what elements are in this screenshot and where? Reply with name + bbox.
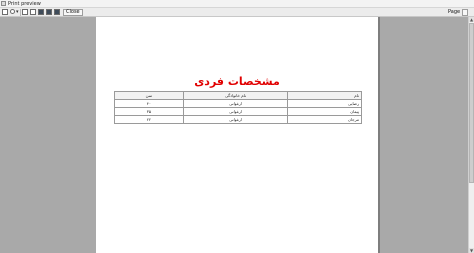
table-header-row: نام نام خانوادگی سن [114,91,362,100]
data-table: نام نام خانوادگی سن رضایی ارغوانی ۴۰ پیم… [114,91,362,124]
table-row: پیمان ارغوانی ۳۵ [114,107,362,116]
scroll-down-icon[interactable]: ▼ [469,248,474,253]
column-header-name: نام [287,91,362,100]
zoom-icon[interactable] [10,9,15,14]
cell-age: ۴۰ [114,99,184,108]
table-row: رضایی ارغوانی ۴۰ [114,99,362,108]
cell-family: ارغوانی [182,99,289,108]
report-title: مشخصات فردی [194,75,280,88]
vertical-scrollbar[interactable]: ▲ ▼ [468,17,474,253]
close-button[interactable]: Close [63,9,83,16]
four-pages-icon[interactable] [46,9,52,15]
window-title: Print preview [8,1,41,7]
cell-name: پیمان [287,107,362,116]
page-label: Page [448,9,461,15]
cell-name: رضایی [287,99,362,108]
toolbar-separator [20,9,21,16]
table-row: مرجان ارغوانی ۲۲ [114,115,362,124]
scroll-up-icon[interactable]: ▲ [469,17,474,22]
scrollbar-thumb[interactable] [469,23,474,183]
cell-family: ارغوانی [182,107,289,116]
column-header-family: نام خانوادگی [182,91,289,100]
one-page-icon[interactable] [22,9,28,15]
column-header-age: سن [114,91,184,100]
page-number-spinner[interactable] [462,9,468,16]
six-pages-icon[interactable] [54,9,60,15]
preview-toolbar: ▾ Close Page [0,8,474,17]
window-titlebar: Print preview [0,0,474,8]
cell-family: ارغوانی [182,115,289,124]
two-pages-icon[interactable] [30,9,36,15]
app-icon [1,1,6,6]
print-page: مشخصات فردی نام نام خانوادگی سن رضایی ار… [96,17,378,253]
print-icon[interactable] [2,9,8,15]
chevron-down-icon[interactable]: ▾ [16,8,19,16]
cell-age: ۳۵ [114,107,184,116]
cell-name: مرجان [287,115,362,124]
cell-age: ۲۲ [114,115,184,124]
three-pages-icon[interactable] [38,9,44,15]
